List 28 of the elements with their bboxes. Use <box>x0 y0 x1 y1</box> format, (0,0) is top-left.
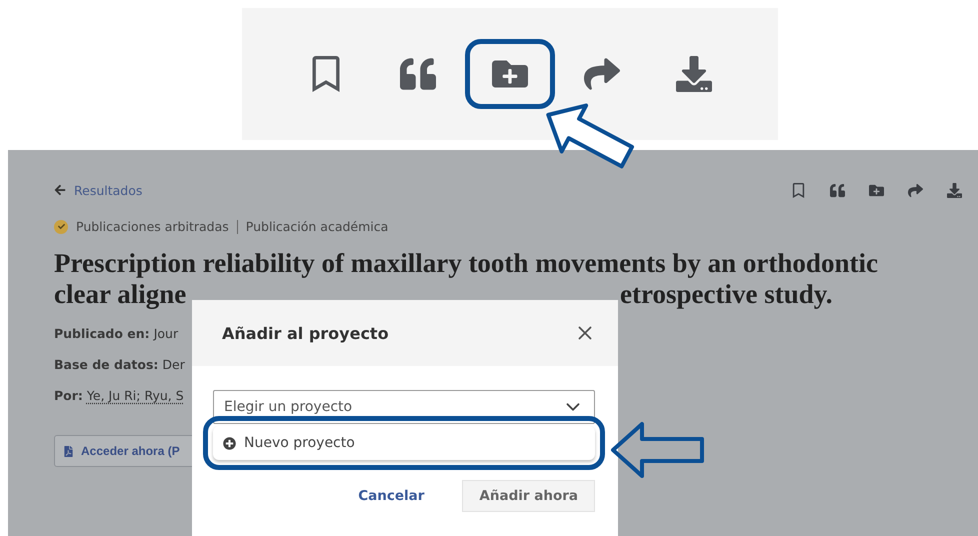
meta-value: Jour <box>154 325 178 343</box>
back-link[interactable]: Resultados <box>54 182 142 198</box>
pdf-file-icon <box>63 446 74 456</box>
meta-label: Por: <box>54 387 83 405</box>
quote-icon[interactable] <box>400 56 436 92</box>
download-button[interactable] <box>947 182 962 198</box>
dropdown-option[interactable]: Nuevo proyecto <box>213 426 595 460</box>
meta-value: Der <box>162 356 185 374</box>
project-select[interactable]: Elegir un proyecto <box>213 390 595 424</box>
article-title: Prescription reliability of maxillary tooth movements by an orthodontic <box>54 248 879 279</box>
cancel-button[interactable]: Cancelar <box>352 487 430 505</box>
article-title: etrospective study. <box>620 279 834 310</box>
share-icon[interactable] <box>584 56 620 92</box>
folder-plus-button[interactable] <box>869 182 884 198</box>
dialog-title: Añadir al proyecto <box>222 324 389 342</box>
author-link[interactable]: Ye, Ju Ri; Ryu, S <box>86 386 184 405</box>
badge-check-icon <box>54 220 68 234</box>
publication-type-label: Publicaciones arbitradas <box>76 219 229 234</box>
meta-label: Publicado en: <box>54 325 150 343</box>
article-title: clear aligne <box>54 279 188 310</box>
meta-label: Base de datos: <box>54 356 158 374</box>
publication-type-label: Publicación académica <box>246 219 388 234</box>
bookmark-button[interactable] <box>791 182 806 198</box>
arrow-left-icon <box>54 184 66 196</box>
quote-button[interactable] <box>830 182 845 198</box>
share-button[interactable] <box>908 182 923 198</box>
download-icon[interactable] <box>676 56 712 92</box>
option-label: Nuevo proyecto <box>244 435 355 451</box>
